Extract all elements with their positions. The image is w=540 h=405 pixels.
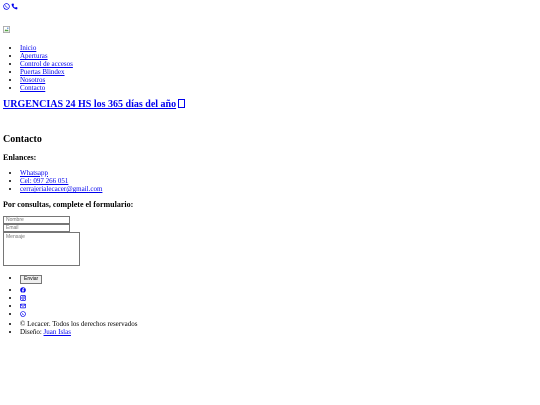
- social-item: [20, 286, 537, 294]
- message-textarea[interactable]: [3, 232, 80, 267]
- nav-link-control-accesos[interactable]: Control de accesos: [20, 60, 73, 68]
- design-author-link[interactable]: Juan Islas: [44, 328, 71, 336]
- design-prefix: Diseño:: [20, 328, 44, 337]
- social-item: [20, 302, 537, 310]
- whatsapp-social-link[interactable]: [20, 310, 26, 318]
- social-item: [20, 294, 537, 302]
- facebook-icon: [20, 287, 26, 294]
- phone-icon: [11, 3, 18, 10]
- submit-item: Enviar: [20, 274, 537, 285]
- form-title: Por consultas, complete el formulario:: [3, 200, 134, 210]
- contact-link-item: Whatsapp: [20, 169, 537, 177]
- nav-item-contacto: Contacto: [20, 84, 537, 92]
- phone-text-link[interactable]: Cel: 097 266 051: [20, 177, 68, 185]
- nav-item-control-accesos: Control de accesos: [20, 60, 537, 68]
- whatsapp-text-link[interactable]: Whatsapp: [20, 169, 48, 177]
- contact-title: Contacto: [3, 134, 42, 146]
- missing-glyph-icon: [178, 99, 186, 109]
- submit-list: Enviar: [3, 274, 537, 285]
- email-link[interactable]: [20, 302, 26, 310]
- contact-form: Enviar: [3, 216, 537, 285]
- contact-links: Whatsapp Cel: 097 266 051 cerrajerialeca…: [3, 169, 537, 193]
- send-button[interactable]: Enviar: [20, 275, 43, 285]
- urgent-label: URGENCIAS 24 HS los 365 días del año: [3, 99, 177, 111]
- footer: © Lecacer. Todos los derechos reservados…: [3, 320, 537, 336]
- contact-link-item: Cel: 097 266 051: [20, 177, 537, 185]
- urgent-banner: URGENCIAS 24 HS los 365 días del año: [3, 99, 537, 110]
- contact-link-item: cerrajerialecacer@gmail.com: [20, 185, 537, 193]
- copyright-text: © Lecacer. Todos los derechos reservados: [20, 320, 537, 328]
- instagram-icon: [20, 295, 26, 302]
- nav-link-inicio[interactable]: Inicio: [20, 44, 36, 52]
- top-icons: [3, 2, 537, 11]
- whatsapp-link[interactable]: [3, 3, 10, 10]
- design-credit: Diseño: Juan Islas: [20, 328, 537, 336]
- urgent-link[interactable]: URGENCIAS 24 HS los 365 días del año: [3, 99, 186, 111]
- instagram-link[interactable]: [20, 294, 26, 302]
- nav-link-nosotros[interactable]: Nosotros: [20, 76, 45, 84]
- email-icon: [20, 304, 26, 309]
- social-links: [3, 286, 537, 318]
- phone-link[interactable]: [11, 3, 18, 10]
- links-title: Enlances:: [3, 152, 37, 162]
- nav-link-contacto[interactable]: Contacto: [20, 84, 45, 92]
- whatsapp-icon: [3, 3, 10, 10]
- email-text-link[interactable]: cerrajerialecacer@gmail.com: [20, 185, 102, 193]
- nav-item-inicio: Inicio: [20, 44, 537, 52]
- facebook-link[interactable]: [20, 286, 26, 294]
- nav-item-puertas-blindex: Puertas Blindex: [20, 68, 537, 76]
- email-input[interactable]: [3, 224, 70, 233]
- nav-item-aperturas: Aperturas: [20, 52, 537, 60]
- whatsapp-icon: [20, 311, 26, 318]
- page: Inicio Aperturas Control de accesos Puer…: [0, 0, 540, 338]
- social-item: [20, 310, 537, 318]
- broken-image-icon: [3, 26, 10, 33]
- nav-link-aperturas[interactable]: Aperturas: [20, 52, 48, 60]
- main-nav: Inicio Aperturas Control de accesos Puer…: [3, 44, 537, 92]
- name-input[interactable]: [3, 216, 70, 225]
- nav-link-puertas-blindex[interactable]: Puertas Blindex: [20, 68, 65, 76]
- logo[interactable]: [3, 26, 10, 33]
- nav-item-nosotros: Nosotros: [20, 76, 537, 84]
